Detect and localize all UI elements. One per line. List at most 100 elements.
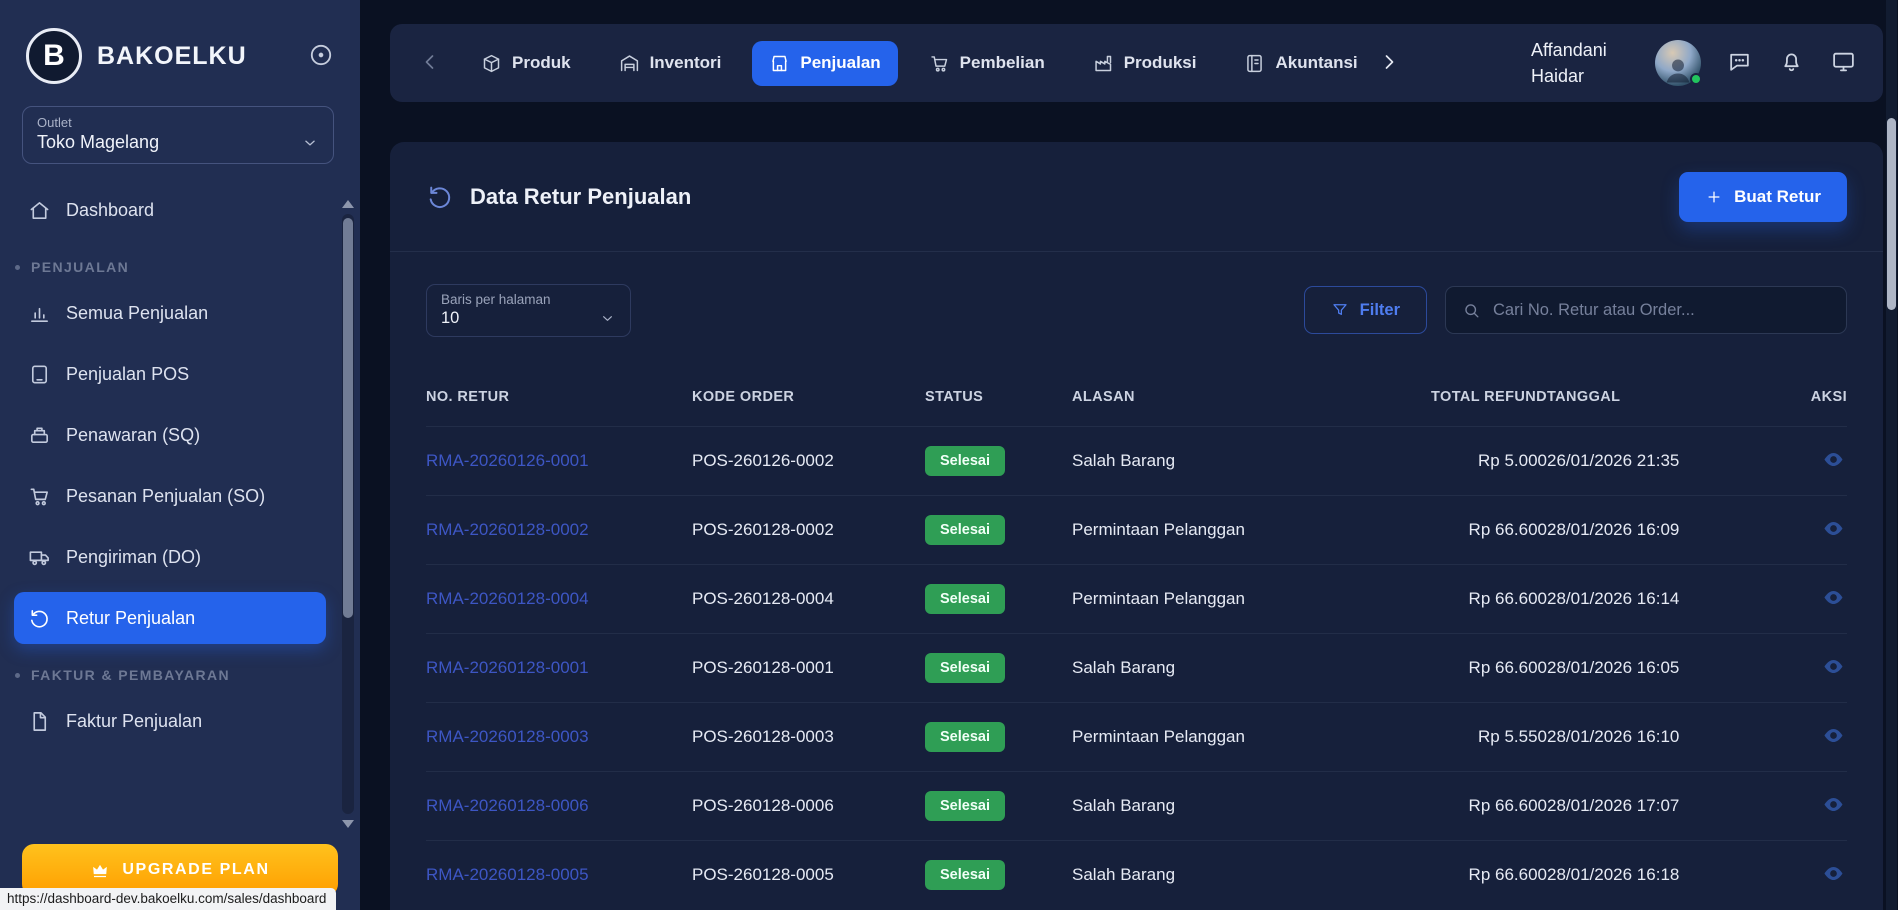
col-header-aksi: AKSI — [1802, 389, 1847, 405]
nav-item-inventori[interactable]: Inventori — [602, 41, 739, 86]
search-icon — [1462, 301, 1481, 320]
topnav-items: Produk Inventori Penjualan Pembelian Pro… — [464, 41, 1375, 86]
retur-number-link[interactable]: RMA-20260126-0001 — [426, 451, 589, 470]
sidebar-section-label: PENJUALAN — [31, 259, 129, 275]
sidebar-scrollbar-thumb[interactable] — [343, 218, 353, 618]
online-status-dot — [1690, 73, 1702, 85]
nav-item-akuntansi[interactable]: Akuntansi — [1227, 41, 1374, 86]
filter-button[interactable]: Filter — [1304, 286, 1427, 334]
order-code: POS-260126-0002 — [692, 451, 925, 471]
retur-penjualan-card: Data Retur Penjualan Buat Retur Baris pe… — [390, 142, 1883, 910]
total-refund: Rp 66.600 — [1372, 520, 1547, 540]
sidebar-scrollbar[interactable] — [341, 200, 355, 828]
sidebar-item-label: Pengiriman (DO) — [66, 547, 201, 568]
buat-retur-button[interactable]: Buat Retur — [1679, 172, 1847, 222]
box-icon — [481, 53, 502, 74]
return-date: 28/01/2026 16:14 — [1547, 589, 1802, 609]
retur-number-link[interactable]: RMA-20260128-0005 — [426, 865, 589, 884]
return-date: 28/01/2026 16:05 — [1547, 658, 1802, 678]
user-avatar[interactable] — [1655, 40, 1701, 86]
page-scrollbar-thumb[interactable] — [1887, 118, 1896, 310]
sidebar: B BAKOELKU Outlet Toko Magelang Dashboar… — [0, 0, 360, 910]
order-code: POS-260128-0005 — [692, 865, 925, 885]
retur-icon — [28, 607, 51, 630]
scroll-up-arrow-icon[interactable] — [342, 200, 354, 208]
nav-scroll-right-button[interactable] — [1375, 49, 1403, 77]
view-detail-button[interactable] — [1820, 515, 1847, 545]
sidebar-item-pengiriman-do[interactable]: Pengiriman (DO) — [14, 531, 326, 583]
monitor-icon — [1831, 49, 1856, 74]
return-date: 26/01/2026 21:35 — [1547, 451, 1802, 471]
outlet-select[interactable]: Outlet Toko Magelang — [22, 106, 334, 164]
retur-number-link[interactable]: RMA-20260128-0004 — [426, 589, 589, 608]
brand-row: B BAKOELKU — [0, 0, 360, 102]
sidebar-item-dashboard[interactable]: Dashboard — [14, 184, 326, 236]
sidebar-item-retur-penjualan[interactable]: Retur Penjualan — [14, 592, 326, 644]
display-mode-button[interactable] — [1829, 49, 1857, 77]
nav-item-pembelian[interactable]: Pembelian — [912, 41, 1062, 86]
home-icon — [28, 199, 51, 222]
sidebar-section-penjualan: PENJUALAN — [0, 245, 360, 287]
scroll-down-arrow-icon[interactable] — [342, 820, 354, 828]
view-detail-button[interactable] — [1820, 860, 1847, 890]
sidebar-item-faktur-penjualan[interactable]: Faktur Penjualan — [14, 695, 326, 747]
section-bullet — [15, 265, 20, 270]
crown-icon — [90, 860, 110, 880]
sidebar-item-label: Penjualan POS — [66, 364, 189, 385]
return-reason: Salah Barang — [1072, 658, 1372, 678]
store-icon — [769, 53, 790, 74]
eye-icon — [1822, 655, 1845, 678]
chevron-right-icon — [1377, 50, 1401, 74]
retur-number-link[interactable]: RMA-20260128-0001 — [426, 658, 589, 677]
view-detail-button[interactable] — [1820, 584, 1847, 614]
sidebar-collapse-button[interactable] — [306, 41, 336, 71]
cart-icon — [929, 53, 950, 74]
order-code: POS-260128-0006 — [692, 796, 925, 816]
status-badge: Selesai — [925, 584, 1005, 614]
sidebar-item-pesanan-penjualan-so[interactable]: Pesanan Penjualan (SO) — [14, 470, 326, 522]
view-detail-button[interactable] — [1820, 446, 1847, 476]
retur-number-link[interactable]: RMA-20260128-0002 — [426, 520, 589, 539]
messages-button[interactable] — [1725, 49, 1753, 77]
sidebar-scrollbar-track[interactable] — [342, 214, 354, 814]
table-row: RMA-20260128-0001 POS-260128-0001 Selesa… — [426, 633, 1847, 702]
retur-number-link[interactable]: RMA-20260128-0003 — [426, 727, 589, 746]
order-code: POS-260128-0003 — [692, 727, 925, 747]
section-bullet — [15, 673, 20, 678]
sidebar-item-semua-penjualan[interactable]: Semua Penjualan — [14, 287, 326, 339]
eye-icon — [1822, 586, 1845, 609]
rows-per-page-select[interactable]: Baris per halaman 10 — [426, 284, 631, 337]
nav-item-produk[interactable]: Produk — [464, 41, 588, 86]
page-scrollbar[interactable] — [1886, 0, 1897, 910]
truck-icon — [28, 546, 51, 569]
view-detail-button[interactable] — [1820, 791, 1847, 821]
warehouse-icon — [619, 53, 640, 74]
sidebar-item-penjualan-pos[interactable]: Penjualan POS — [14, 348, 326, 400]
sidebar-item-penawaran-sq[interactable]: Penawaran (SQ) — [14, 409, 326, 461]
col-header-kode-order: KODE ORDER — [692, 389, 925, 405]
notifications-button[interactable] — [1777, 49, 1805, 77]
nav-item-label: Penjualan — [800, 53, 880, 73]
nav-item-produksi[interactable]: Produksi — [1076, 41, 1214, 86]
outlet-value: Toko Magelang — [37, 132, 159, 153]
view-detail-button[interactable] — [1820, 722, 1847, 752]
document-icon — [28, 710, 51, 733]
sidebar-section-label: FAKTUR & PEMBAYARAN — [31, 667, 230, 683]
return-reason: Permintaan Pelanggan — [1072, 727, 1372, 747]
retur-table: NO. RETUR KODE ORDER STATUS ALASAN TOTAL… — [390, 368, 1883, 909]
col-header-no-retur: NO. RETUR — [426, 389, 692, 405]
nav-scroll-left-button[interactable] — [416, 49, 444, 77]
pos-icon — [28, 363, 51, 386]
return-reason: Salah Barang — [1072, 865, 1372, 885]
view-detail-button[interactable] — [1820, 653, 1847, 683]
return-reason: Salah Barang — [1072, 451, 1372, 471]
total-refund: Rp 66.600 — [1372, 589, 1547, 609]
return-date: 28/01/2026 16:18 — [1547, 865, 1802, 885]
nav-item-penjualan[interactable]: Penjualan — [752, 41, 897, 86]
sidebar-item-label: Dashboard — [66, 200, 154, 221]
order-code: POS-260128-0001 — [692, 658, 925, 678]
search-input[interactable] — [1493, 301, 1830, 320]
nav-item-label: Produksi — [1124, 53, 1197, 73]
eye-icon — [1822, 862, 1845, 885]
retur-number-link[interactable]: RMA-20260128-0006 — [426, 796, 589, 815]
